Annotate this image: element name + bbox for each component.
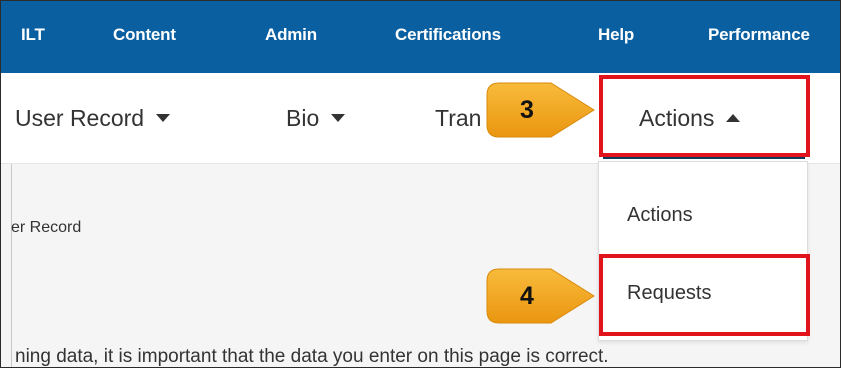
top-navigation-bar: ILT Content Admin Certifications Help Pe…: [1, 1, 840, 73]
nav-content[interactable]: Content: [113, 25, 176, 45]
tab-bio-label: Bio: [286, 105, 320, 131]
breadcrumb: er Record: [11, 219, 82, 236]
nav-admin[interactable]: Admin: [265, 25, 317, 45]
chevron-up-icon: [726, 113, 741, 122]
menu-item-actions[interactable]: Actions: [627, 204, 693, 227]
tab-transcript[interactable]: Tran: [435, 105, 481, 132]
tab-actions-label: Actions: [639, 105, 715, 131]
page-description: ning data, it is important that the data…: [15, 346, 609, 367]
chevron-down-icon: [156, 113, 171, 122]
step-callout-4: 4: [481, 263, 601, 329]
nav-certifications[interactable]: Certifications: [395, 25, 501, 45]
tab-bio[interactable]: Bio: [286, 105, 346, 132]
step-number: 3: [520, 96, 534, 124]
nav-performance[interactable]: Performance: [708, 25, 810, 45]
tab-user-record[interactable]: User Record: [15, 105, 171, 132]
nav-help[interactable]: Help: [598, 25, 634, 45]
tab-user-record-label: User Record: [15, 105, 145, 131]
step-callout-3: 3: [481, 77, 601, 143]
active-tab-indicator: [603, 153, 805, 159]
screenshot-frame: ILT Content Admin Certifications Help Pe…: [0, 0, 841, 368]
menu-item-requests[interactable]: Requests: [627, 282, 712, 305]
content-divider: [11, 164, 12, 367]
tab-actions[interactable]: Actions: [601, 77, 807, 155]
nav-ilt[interactable]: ILT: [21, 25, 45, 45]
step-number: 4: [520, 282, 534, 310]
chevron-down-icon: [331, 113, 346, 122]
actions-dropdown-menu: Actions Requests: [598, 161, 808, 341]
